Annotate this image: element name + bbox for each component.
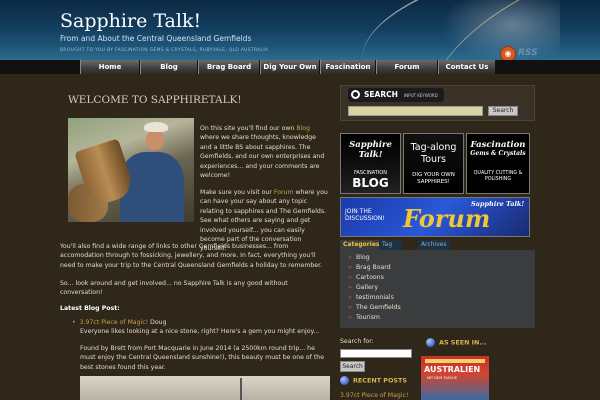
- latest-post-excerpt: Everyone likes looking at a nice stone, …: [80, 328, 320, 336]
- latest-post-title-row: • 3.97ct Piece of Magic! Doug: [72, 318, 330, 327]
- category-item[interactable]: » Gallery: [348, 284, 378, 291]
- photo-person-body: [120, 152, 184, 222]
- category-label: testimonials: [356, 294, 394, 301]
- search-for-button[interactable]: Search: [340, 361, 365, 372]
- banner-blog[interactable]: Sapphire Talk! FASCINATION BLOG: [340, 133, 401, 194]
- latest-post-author: Doug: [150, 319, 167, 326]
- double-arrow-icon: »: [348, 264, 352, 271]
- nav-dig-your-own[interactable]: Dig Your Own: [260, 60, 320, 74]
- category-item[interactable]: » Cartoons: [348, 274, 384, 281]
- recent-posts-heading: RECENT POSTS: [340, 376, 407, 385]
- page-heading: WELCOME TO SAPPHIRETALK!: [68, 94, 242, 106]
- site-tagline: From and About the Central Queensland Ge…: [60, 34, 252, 43]
- magazine-title: AUSTRALIEN: [424, 365, 481, 374]
- search-for-input[interactable]: [340, 349, 412, 358]
- magazine-strip: [425, 359, 485, 363]
- bullet-icon: •: [72, 319, 76, 326]
- nav-blog[interactable]: Blog: [140, 60, 198, 74]
- nav-brag-board[interactable]: Brag Board: [198, 60, 260, 74]
- category-item[interactable]: » testimonials: [348, 294, 394, 301]
- intro-text-1b: where we share thoughts, knowledge and a…: [200, 134, 325, 180]
- blog-link[interactable]: Blog: [296, 125, 310, 132]
- latest-post-photo: [80, 376, 330, 400]
- banner-forum-cta: JOIN THE DISCUSSION!: [345, 208, 385, 222]
- banner-fasc-tag: QUALITY CUTTING & POLISHING: [473, 171, 523, 182]
- banner-tours[interactable]: Tag-along Tours DIG YOUR OWN SAPPHIRES!: [403, 133, 464, 194]
- tab-categories[interactable]: Categories: [340, 240, 383, 250]
- search-hint: INPUT KEYWORD: [404, 93, 438, 98]
- photo-person-face: [146, 130, 164, 150]
- category-label: The Gemfields: [356, 304, 401, 311]
- category-list: » Blog » Brag Board » Cartoons » Gallery » te…: [340, 250, 535, 328]
- recent-posts-title: RECENT POSTS: [353, 376, 407, 385]
- category-label: Cartoons: [356, 274, 384, 281]
- double-arrow-icon: »: [348, 274, 352, 281]
- latest-post-link[interactable]: 3.97ct Piece of Magic!: [80, 319, 148, 326]
- site-byline: BROUGHT TO YOU BY FASCINATION GEMS & CRY…: [60, 48, 269, 53]
- magazine-cover[interactable]: AUSTRALIEN MIT DEM TASCHE: [421, 356, 489, 400]
- nav-home[interactable]: Home: [80, 60, 140, 74]
- intro-text-1a: On this site you'll find our own: [200, 125, 297, 132]
- category-item[interactable]: » The Gemfields: [348, 304, 401, 311]
- magazine-strap: MIT DEM TASCHE: [427, 376, 458, 380]
- search-for-label: Search for:: [340, 338, 374, 345]
- forum-link[interactable]: Forum: [274, 189, 294, 196]
- double-arrow-icon: »: [348, 294, 352, 301]
- banner-tours-title: Tag-along Tours: [410, 142, 457, 165]
- site-header: Sapphire Talk! From and About the Centra…: [0, 0, 600, 62]
- category-item[interactable]: » Blog: [348, 254, 370, 261]
- category-label: Brag Board: [356, 264, 391, 271]
- latest-post-label: Latest Blog Post:: [60, 305, 120, 312]
- photo-person-hat: [144, 122, 168, 132]
- double-arrow-icon: »: [348, 314, 352, 321]
- tab-archives[interactable]: Archives: [418, 240, 450, 250]
- search-button[interactable]: Search: [488, 106, 518, 116]
- site-title[interactable]: Sapphire Talk!: [60, 10, 201, 32]
- category-label: Tourism: [356, 314, 380, 321]
- rss-label[interactable]: RSS: [518, 48, 538, 58]
- search-icon: [351, 90, 360, 99]
- intro-paragraph-1: On this site you'll find our own Blog wh…: [200, 124, 328, 180]
- category-label: Gallery: [356, 284, 379, 291]
- banner-blog-title: Sapphire Talk!: [349, 140, 392, 160]
- double-arrow-icon: »: [348, 304, 352, 311]
- search-title: SEARCH: [364, 90, 398, 99]
- banner-tours-sub: DIG YOUR OWN SAPPHIRES!: [412, 172, 455, 185]
- globe-icon: [426, 338, 435, 347]
- intro-text-2a: Make sure you visit our: [200, 189, 274, 196]
- banner-fasc-sub: Gems & Crystals: [470, 150, 526, 157]
- banner-forum-word: Forum: [403, 204, 491, 233]
- banner-fasc-title: Fascination: [470, 140, 526, 150]
- as-seen-in-title: AS SEEN IN...: [439, 338, 487, 347]
- page: Sapphire Talk! From and About the Centra…: [0, 0, 600, 400]
- category-item[interactable]: » Brag Board: [348, 264, 391, 271]
- intro-paragraph-3: You'll also find a wide range of links t…: [60, 243, 323, 269]
- banner-blog-word: BLOG: [352, 176, 389, 190]
- globe-icon: [340, 376, 349, 385]
- main-nav: Home Blog Brag Board Dig Your Own Fascin…: [0, 60, 600, 74]
- latest-post: • 3.97ct Piece of Magic! Doug Everyone li…: [72, 318, 330, 372]
- photo-rod: [240, 378, 242, 400]
- nav-contact-us[interactable]: Contact Us: [438, 60, 496, 74]
- nav-fascination[interactable]: Fascination: [320, 60, 376, 74]
- intro-paragraph-4: So... look around and get involved... no…: [60, 280, 288, 297]
- tab-tag-cloud[interactable]: Tag Cloud: [379, 240, 403, 258]
- double-arrow-icon: »: [348, 284, 352, 291]
- recent-post-link[interactable]: 3.97ct Piece of Magic!: [340, 392, 408, 399]
- latest-post-body: Found by Brett from Port Macquarie in Ju…: [80, 344, 325, 371]
- search-input[interactable]: [348, 106, 483, 116]
- banner-forum[interactable]: JOIN THE DISCUSSION! Sapphire Talk! Foru…: [340, 197, 530, 237]
- as-seen-in-heading: AS SEEN IN...: [426, 338, 487, 347]
- category-item[interactable]: » Tourism: [348, 314, 380, 321]
- welcome-photo: [68, 118, 194, 222]
- double-arrow-icon: »: [348, 254, 352, 261]
- banner-fascination[interactable]: Fascination Gems & Crystals QUALITY CUTT…: [466, 133, 530, 194]
- category-label: Blog: [356, 254, 370, 261]
- nav-forum[interactable]: Forum: [376, 60, 438, 74]
